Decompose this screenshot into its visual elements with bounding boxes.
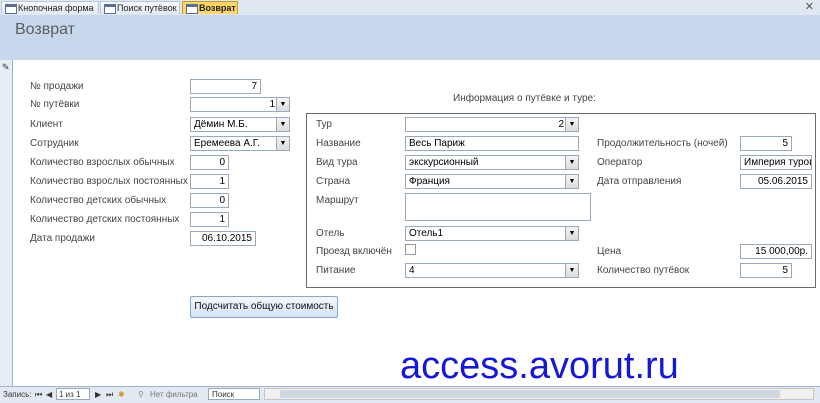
- dropdown-arrow-icon[interactable]: ▼: [276, 98, 289, 111]
- new-record-icon[interactable]: ✱: [118, 390, 125, 399]
- tour-combo[interactable]: 2 ▼: [405, 117, 579, 132]
- dropdown-arrow-icon[interactable]: ▼: [565, 227, 578, 240]
- sale-no-field[interactable]: 7: [190, 79, 261, 94]
- travel-included-checkbox[interactable]: [405, 244, 416, 255]
- employee-label: Сотрудник: [30, 138, 79, 149]
- form-title: Возврат: [15, 21, 75, 38]
- duration-field[interactable]: 5: [740, 136, 792, 151]
- duration-label: Продолжительность (ночей): [597, 138, 728, 149]
- departure-label: Дата отправления: [597, 176, 682, 187]
- first-record-icon[interactable]: ⏮: [35, 390, 42, 400]
- children-permanent-label: Количество детских постоянных: [30, 214, 180, 225]
- search-input[interactable]: Поиск: [208, 388, 260, 400]
- adults-regular-label: Количество взрослых обычных: [30, 157, 175, 168]
- tab-label: Кнопочная форма: [18, 3, 94, 13]
- tab-voucher-search[interactable]: Поиск путёвок: [100, 1, 180, 14]
- route-field[interactable]: [405, 193, 591, 221]
- children-regular-field[interactable]: 0: [190, 193, 229, 208]
- pencil-icon: ✎: [2, 62, 10, 72]
- client-value: Дёмин М.Б.: [194, 119, 248, 130]
- tour-type-value: экскурсионный: [409, 157, 479, 168]
- adults-permanent-field[interactable]: 1: [190, 174, 229, 189]
- close-icon[interactable]: ✕: [805, 0, 814, 13]
- adults-regular-field[interactable]: 0: [190, 155, 229, 170]
- scrollbar-thumb[interactable]: [280, 390, 780, 398]
- dropdown-arrow-icon[interactable]: ▼: [565, 156, 578, 169]
- record-number-field[interactable]: 1 из 1: [56, 388, 90, 400]
- meals-value: 4: [409, 265, 415, 276]
- sale-no-label: № продажи: [30, 81, 84, 92]
- form-icon: [104, 4, 116, 14]
- filter-status[interactable]: Нет фильтра: [150, 390, 198, 399]
- calculate-total-button[interactable]: Подсчитать общую стоимость: [190, 296, 338, 318]
- watermark: access.avorut.ru: [400, 345, 679, 387]
- tour-label: Тур: [316, 119, 332, 130]
- employee-value: Еремеева А.Г.: [194, 138, 260, 149]
- meals-combo[interactable]: 4 ▼: [405, 263, 579, 278]
- tab-label: Поиск путёвок: [117, 3, 177, 13]
- next-record-icon[interactable]: ▶: [95, 390, 101, 399]
- country-value: Франция: [409, 176, 450, 187]
- country-label: Страна: [316, 176, 351, 187]
- dropdown-arrow-icon[interactable]: ▼: [276, 118, 289, 131]
- name-field[interactable]: Весь Париж: [405, 136, 579, 151]
- operator-label: Оператор: [597, 157, 643, 168]
- name-label: Название: [316, 138, 361, 149]
- dropdown-arrow-icon[interactable]: ▼: [565, 264, 578, 277]
- children-regular-label: Количество детских обычных: [30, 195, 167, 206]
- dropdown-arrow-icon[interactable]: ▼: [565, 175, 578, 188]
- filter-icon: ⚲: [138, 390, 144, 399]
- tab-label: Возврат: [199, 3, 236, 13]
- form-icon: [186, 4, 198, 14]
- voucher-count-label: Количество путёвок: [597, 265, 690, 276]
- employee-combo[interactable]: Еремеева А.Г. ▼: [190, 136, 290, 151]
- last-record-icon[interactable]: ⏭: [106, 390, 113, 400]
- hotel-label: Отель: [316, 228, 345, 239]
- route-label: Маршрут: [316, 195, 359, 206]
- form-header: [0, 15, 820, 60]
- previous-record-icon[interactable]: ◀: [46, 390, 52, 399]
- country-combo[interactable]: Франция ▼: [405, 174, 579, 189]
- tour-type-combo[interactable]: экскурсионный ▼: [405, 155, 579, 170]
- travel-included-label: Проезд включён: [316, 246, 392, 257]
- client-combo[interactable]: Дёмин М.Б. ▼: [190, 117, 290, 132]
- children-permanent-field[interactable]: 1: [190, 212, 229, 227]
- info-heading: Информация о путёвке и туре:: [453, 93, 596, 104]
- record-label: Запись:: [3, 390, 32, 399]
- sale-date-field[interactable]: 06.10.2015: [190, 231, 256, 246]
- voucher-no-value: 1: [269, 99, 275, 110]
- tab-switchboard[interactable]: Кнопочная форма: [1, 1, 99, 14]
- tab-return[interactable]: Возврат: [182, 1, 238, 14]
- voucher-no-combo[interactable]: 1 ▼: [190, 97, 290, 112]
- hotel-combo[interactable]: Отель1 ▼: [405, 226, 579, 241]
- sale-date-label: Дата продажи: [30, 233, 95, 244]
- departure-field[interactable]: 05.06.2015: [740, 174, 812, 189]
- adults-permanent-label: Количество взрослых постоянных: [30, 176, 188, 187]
- dropdown-arrow-icon[interactable]: ▼: [565, 118, 578, 131]
- tour-value: 2: [558, 119, 564, 130]
- form-icon: [5, 4, 17, 14]
- tour-type-label: Вид тура: [316, 157, 358, 168]
- record-selector[interactable]: [0, 60, 13, 386]
- voucher-no-label: № путёвки: [30, 99, 80, 110]
- dropdown-arrow-icon[interactable]: ▼: [276, 137, 289, 150]
- client-label: Клиент: [30, 119, 63, 130]
- meals-label: Питание: [316, 265, 356, 276]
- voucher-count-field[interactable]: 5: [740, 263, 792, 278]
- price-field[interactable]: 15 000,00р.: [740, 244, 812, 259]
- hotel-value: Отель1: [409, 228, 444, 239]
- operator-field[interactable]: Империя туров: [740, 155, 812, 170]
- price-label: Цена: [597, 246, 622, 257]
